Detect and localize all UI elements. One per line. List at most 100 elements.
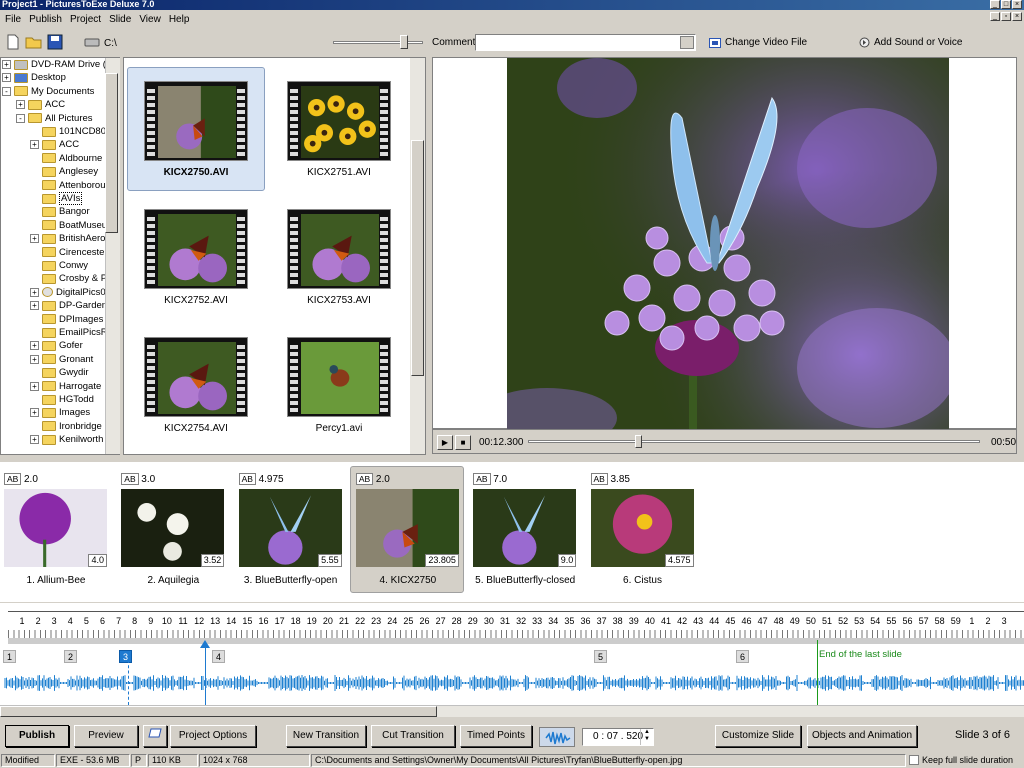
expand-icon[interactable]: + xyxy=(2,73,11,83)
doc-close-icon[interactable]: × xyxy=(1012,12,1022,21)
tree-item[interactable]: + Kenilworth xyxy=(30,433,103,446)
expand-icon[interactable]: + xyxy=(30,301,39,311)
tree-item[interactable]: AVIs xyxy=(30,192,83,205)
expand-icon[interactable]: + xyxy=(30,408,39,418)
thumbnail-size-slider[interactable] xyxy=(333,41,423,44)
preview-button[interactable]: Preview xyxy=(74,725,138,747)
collapse-icon[interactable]: - xyxy=(16,113,25,123)
ab-badge[interactable]: AB xyxy=(355,473,374,485)
timeline-slide-marker[interactable]: 3 xyxy=(119,650,133,663)
expand-icon[interactable]: + xyxy=(30,234,39,244)
expand-icon[interactable]: + xyxy=(16,100,25,110)
screen-toggle-button[interactable] xyxy=(143,725,167,747)
waveform-toggle-button[interactable] xyxy=(539,727,575,747)
spin-up-icon[interactable]: ▲ xyxy=(641,729,653,736)
new-transition-button[interactable]: New Transition xyxy=(286,725,366,747)
timeline-slide-marker[interactable]: 6 xyxy=(736,650,750,663)
tree-item[interactable]: Gwydir xyxy=(30,366,89,379)
tree-item[interactable]: Bangor xyxy=(30,205,90,218)
ab-badge[interactable]: AB xyxy=(473,473,491,485)
doc-restore-icon[interactable]: ▫ xyxy=(1001,12,1011,21)
menu-publish[interactable]: Publish xyxy=(26,14,67,25)
comment-edit-button[interactable] xyxy=(680,36,694,49)
time-spinner[interactable]: ▲ ▼ xyxy=(640,729,653,745)
timed-points-button[interactable]: Timed Points xyxy=(460,725,532,747)
tree-item[interactable]: Ironbridge xyxy=(30,420,102,433)
expand-icon[interactable]: + xyxy=(30,381,39,391)
tree-item[interactable]: + Images xyxy=(30,406,90,419)
customize-slide-button[interactable]: Customize Slide xyxy=(715,725,801,747)
expand-icon[interactable]: + xyxy=(2,60,11,69)
open-folder-icon[interactable] xyxy=(25,34,43,50)
tree-item[interactable]: EmailPicsRe xyxy=(30,326,113,339)
play-button[interactable]: ▶ xyxy=(437,435,453,450)
file-browser-scrollbar-thumb[interactable] xyxy=(411,140,424,376)
minimize-icon[interactable]: _ xyxy=(990,0,1000,9)
timeline-slide-marker[interactable]: 2 xyxy=(64,650,78,663)
publish-button[interactable]: Publish xyxy=(5,725,69,747)
tree-item[interactable]: DPImages xyxy=(30,313,103,326)
expand-icon[interactable]: + xyxy=(30,435,39,445)
tree-item[interactable]: Attenborou xyxy=(30,179,105,192)
ab-badge[interactable]: AB xyxy=(590,473,608,485)
tree-item[interactable]: Conwy xyxy=(30,259,88,272)
add-sound-button[interactable]: Add Sound or Voice xyxy=(859,37,962,48)
tree-item[interactable]: + Desktop xyxy=(2,71,66,84)
tree-item[interactable]: Aldbourne xyxy=(30,152,102,165)
keep-full-duration-checkbox[interactable] xyxy=(909,755,919,765)
folder-tree-scrollbar-thumb[interactable] xyxy=(105,73,118,233)
expand-icon[interactable]: + xyxy=(30,341,39,351)
tree-item[interactable]: + ACC xyxy=(16,98,65,111)
timeline-slide-marker[interactable]: 5 xyxy=(594,650,608,663)
comment-input[interactable] xyxy=(475,34,696,51)
objects-animation-button[interactable]: Objects and Animation xyxy=(807,725,917,747)
tree-item[interactable]: Anglesey xyxy=(30,165,98,178)
collapse-icon[interactable]: - xyxy=(2,86,11,96)
maximize-icon[interactable]: □ xyxy=(1001,0,1011,9)
tree-item[interactable]: 101NCD80 xyxy=(30,125,106,138)
video-thumbnail[interactable] xyxy=(287,337,391,417)
tree-item[interactable]: - My Documents xyxy=(2,85,94,98)
spin-down-icon[interactable]: ▼ xyxy=(641,736,653,743)
tree-item[interactable]: + BritishAeroS xyxy=(30,232,112,245)
video-thumbnail[interactable] xyxy=(287,81,391,161)
tree-item[interactable]: Cirencester xyxy=(30,246,108,259)
video-thumbnail[interactable] xyxy=(144,209,248,289)
doc-minimize-icon[interactable]: _ xyxy=(990,12,1000,21)
timeline-slide-marker[interactable]: 4 xyxy=(212,650,226,663)
expand-icon[interactable]: + xyxy=(30,287,39,297)
close-icon[interactable]: × xyxy=(1012,0,1022,9)
tree-item[interactable]: BoatMuseur xyxy=(30,219,110,232)
tree-item[interactable]: + Gofer xyxy=(30,339,83,352)
tree-item[interactable]: HGTodd xyxy=(30,393,94,406)
video-thumbnail[interactable] xyxy=(144,81,248,161)
menu-project[interactable]: Project xyxy=(67,14,106,25)
tree-item[interactable]: + DigitalPics0e xyxy=(30,286,111,299)
ab-badge[interactable]: AB xyxy=(121,473,139,485)
ab-badge[interactable]: AB xyxy=(4,473,22,485)
tree-item[interactable]: - All Pictures xyxy=(16,112,93,125)
menu-help[interactable]: Help xyxy=(166,14,195,25)
seek-slider[interactable] xyxy=(528,440,980,443)
expand-icon[interactable]: + xyxy=(30,354,39,364)
timeline-slide-marker[interactable]: 1 xyxy=(3,650,17,663)
tree-item[interactable]: + DVD-RAM Drive (D:) xyxy=(2,58,119,71)
stop-button[interactable]: ■ xyxy=(455,435,471,450)
tree-item[interactable]: + ACC xyxy=(30,138,79,151)
menu-view[interactable]: View xyxy=(136,14,166,25)
project-options-button[interactable]: Project Options xyxy=(170,725,256,747)
menu-file[interactable]: File xyxy=(2,14,26,25)
timeline-scrollbar-thumb[interactable] xyxy=(0,706,437,717)
video-thumbnail[interactable] xyxy=(287,209,391,289)
save-icon[interactable] xyxy=(47,34,63,50)
thumbnail-size-slider-thumb[interactable] xyxy=(400,35,408,49)
seek-slider-thumb[interactable] xyxy=(635,435,642,448)
tree-item[interactable]: + Gronant xyxy=(30,353,93,366)
tree-item[interactable]: Crosby & Pe xyxy=(30,272,112,285)
tree-item[interactable]: + Harrogate xyxy=(30,380,101,393)
tree-item[interactable]: + DP-Garden xyxy=(30,299,107,312)
change-video-file-button[interactable]: Change Video File xyxy=(709,37,807,48)
expand-icon[interactable]: + xyxy=(30,140,39,150)
drive-icon[interactable] xyxy=(84,38,100,47)
menu-slide[interactable]: Slide xyxy=(106,14,136,25)
